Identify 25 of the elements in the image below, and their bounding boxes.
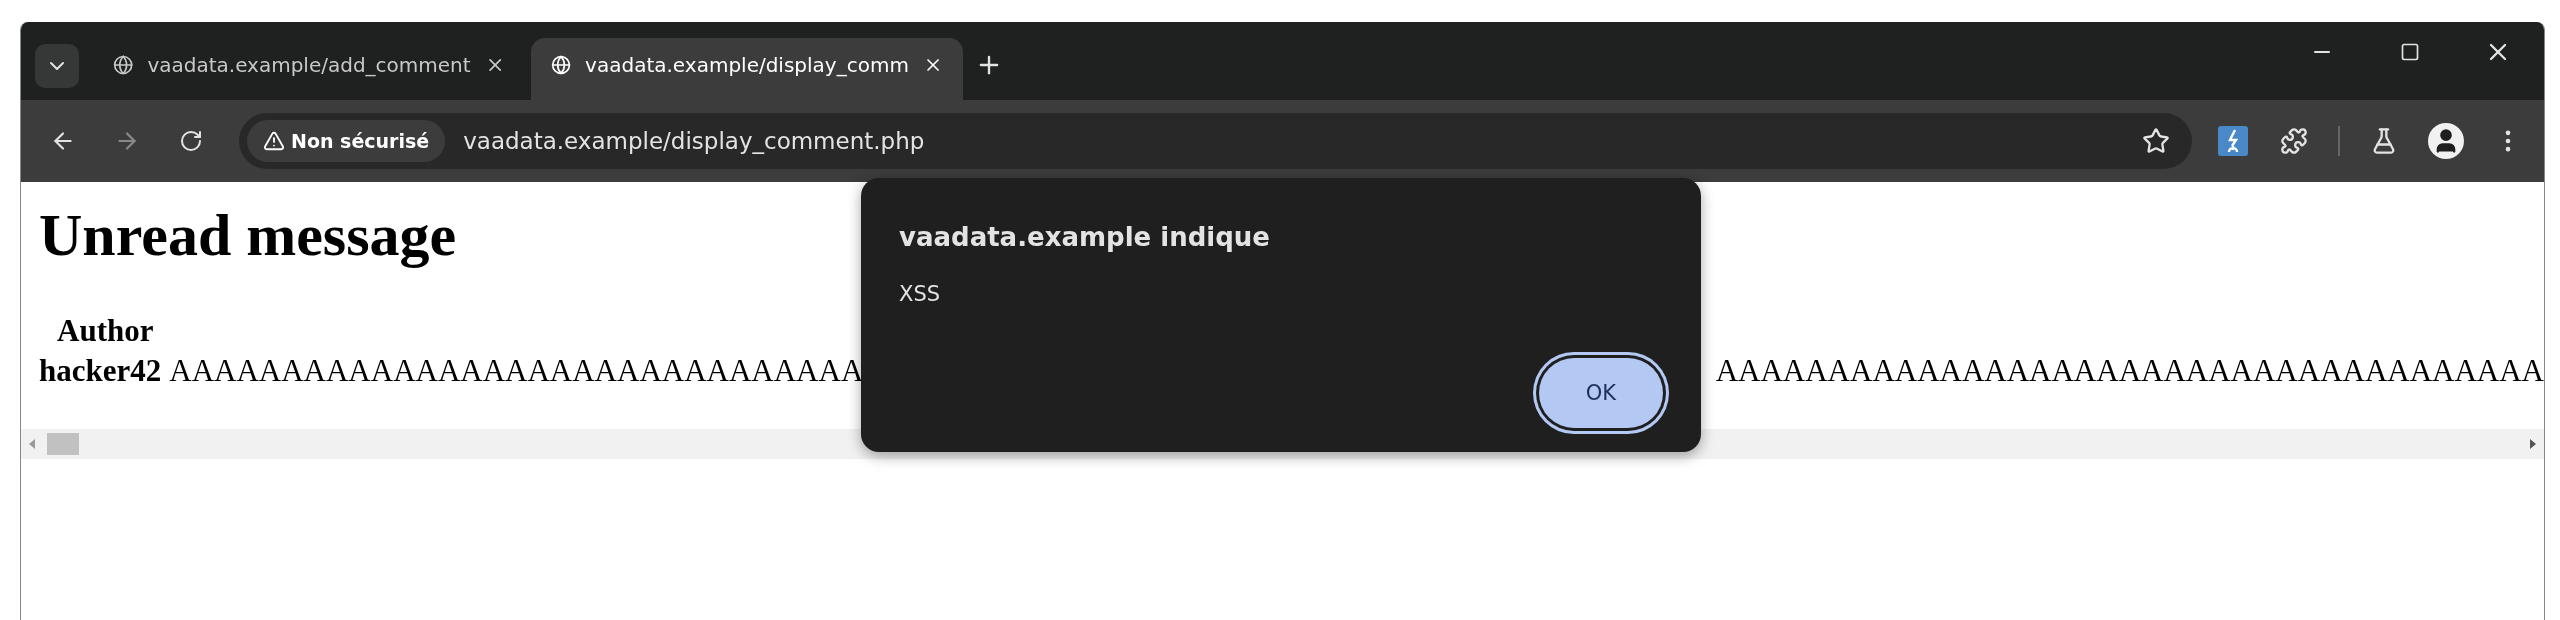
puzzle-icon[interactable] xyxy=(2280,127,2308,155)
scroll-right-icon[interactable] xyxy=(2528,437,2538,452)
reload-icon[interactable] xyxy=(179,129,203,153)
comment-text: AAAAAAAAAAAAAAAAAAAAAAAAAAAAAAAAAAAAA xyxy=(1715,351,2544,390)
tab-search-button[interactable] xyxy=(35,44,79,88)
tab-title: vaadata.example/display_comm xyxy=(585,53,909,77)
column-header: Author xyxy=(56,312,154,350)
page-heading: Unread message xyxy=(39,201,457,270)
security-chip[interactable]: Non sécurisé xyxy=(247,120,446,162)
maximize-icon[interactable] xyxy=(2400,42,2420,62)
browser-tab[interactable]: vaadata.example/display_comm xyxy=(531,38,963,100)
globe-icon xyxy=(551,53,572,77)
globe-icon xyxy=(113,53,134,77)
browser-tab[interactable]: vaadata.example/add_comment xyxy=(93,38,525,100)
dialog-message: XSS xyxy=(899,282,942,306)
scrollbar-thumb[interactable] xyxy=(47,433,79,456)
profile-avatar[interactable] xyxy=(2428,123,2464,159)
dialog-title: vaadata.example indique xyxy=(899,222,1271,252)
author-name: hacker42 xyxy=(39,351,162,390)
address-bar-url[interactable]: vaadata.example/display_comment.php xyxy=(463,128,2118,154)
star-icon[interactable] xyxy=(2142,127,2170,155)
tab-title: vaadata.example/add_comment xyxy=(147,53,471,77)
warning-icon xyxy=(263,130,285,152)
extension-icon[interactable] xyxy=(2216,124,2250,158)
comment-text: AAAAAAAAAAAAAAAAAAAAAAAAAAAAAAA xyxy=(169,351,864,390)
